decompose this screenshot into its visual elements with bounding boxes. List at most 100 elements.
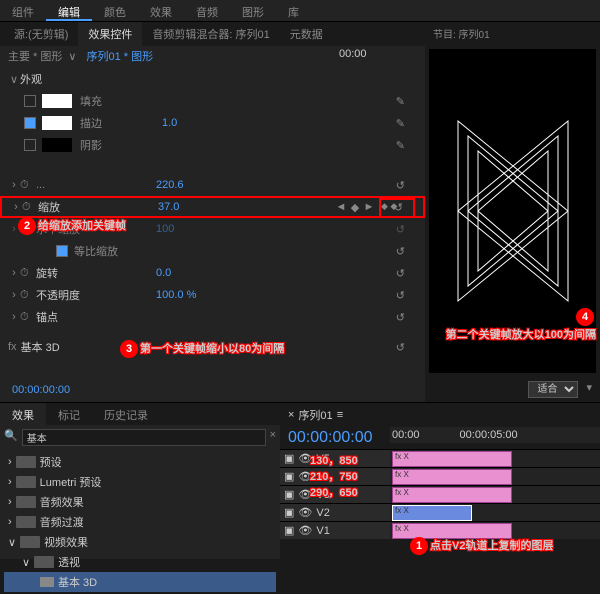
timeline-ruler[interactable]: 00:00 00:00:05:00: [390, 427, 600, 443]
eye-icon[interactable]: 👁: [298, 524, 312, 537]
stopwatch-icon[interactable]: ⏱: [20, 179, 34, 192]
eyedropper-icon[interactable]: ✎: [396, 139, 405, 152]
reset-icon[interactable]: ↺: [396, 341, 405, 354]
tab-effects[interactable]: 效果: [138, 0, 184, 21]
metadata-tab[interactable]: 元数据: [280, 22, 333, 46]
tab-edit[interactable]: 编辑: [46, 0, 92, 21]
clip[interactable]: fx X: [392, 487, 512, 503]
reset-icon[interactable]: ↺: [396, 267, 405, 280]
tree-item[interactable]: ›音频效果: [4, 492, 276, 512]
annotation-1: 1点击V2轨道上复制的图层: [410, 537, 553, 555]
eye-icon[interactable]: 👁: [298, 506, 312, 519]
reset-icon[interactable]: ↺: [396, 245, 405, 258]
tree-item[interactable]: ∨视频效果: [4, 532, 276, 552]
settings-icon[interactable]: ▾: [586, 381, 592, 398]
zoom-select[interactable]: 适合: [528, 381, 578, 398]
sequence-name[interactable]: 序列01 * 图形: [86, 48, 153, 64]
toggle-icon[interactable]: ▣: [284, 470, 294, 483]
eyedropper-icon[interactable]: ✎: [396, 117, 405, 130]
opacity-row: ›⏱ 不透明度 100.0 % ↺: [0, 284, 425, 306]
scale-h-value[interactable]: 100: [156, 223, 216, 235]
folder-icon: [16, 496, 36, 508]
prev-keyframe-icon[interactable]: ◄: [335, 201, 347, 214]
tab-graphics[interactable]: 图形: [230, 0, 276, 21]
keyframe-marker-box: ◆ ◆: [379, 198, 415, 218]
program-monitor-panel: 节目: 序列01 4第二个关键帧放大以100为间隔 适合 ▾: [425, 22, 600, 402]
stroke-row: 描边 1.0 ✎: [0, 112, 425, 134]
audio-mixer-tab[interactable]: 音频剪辑混合器: 序列01: [142, 22, 279, 46]
tab-components[interactable]: 组件: [0, 0, 46, 21]
clip[interactable]: fx X: [392, 505, 472, 521]
effect-icon: [40, 577, 54, 587]
annotation-4: 4第二个关键帧放大以100为间隔: [446, 308, 596, 342]
appearance-group[interactable]: ∨外观: [0, 68, 425, 90]
clip[interactable]: fx X: [392, 451, 512, 467]
fx-mini-ruler[interactable]: 00:00: [335, 46, 425, 62]
search-icon: 🔍: [4, 429, 18, 446]
tab-color[interactable]: 颜色: [92, 0, 138, 21]
folder-icon: [16, 516, 36, 528]
uniform-checkbox[interactable]: [56, 245, 68, 257]
shadow-row: 阴影 ✎: [0, 134, 425, 156]
toggle-icon[interactable]: ▣: [284, 452, 294, 465]
graphic-preview: [448, 111, 578, 311]
add-keyframe-icon[interactable]: ◆: [349, 201, 361, 214]
shadow-swatch[interactable]: [42, 138, 72, 152]
tree-item[interactable]: ›预设: [4, 452, 276, 472]
scale-value[interactable]: 37.0: [158, 201, 218, 213]
toggle-icon[interactable]: ▣: [284, 488, 294, 501]
annotation-2: 2给缩放添加关键帧: [18, 217, 126, 235]
stopwatch-icon[interactable]: ⏱: [20, 267, 34, 280]
tree-item[interactable]: ›Lumetri 预设: [4, 472, 276, 492]
next-keyframe-icon[interactable]: ►: [363, 201, 375, 214]
top-tabs: 组件 编辑 颜色 效果 音频 图形 库: [0, 0, 600, 22]
source-timecode[interactable]: 00:00:00:00: [4, 382, 78, 398]
stroke-checkbox[interactable]: [24, 117, 36, 129]
stopwatch-icon[interactable]: ⏱: [22, 201, 36, 214]
eyedropper-icon[interactable]: ✎: [396, 95, 405, 108]
shadow-checkbox[interactable]: [24, 139, 36, 151]
effect-controls-panel: 源:(无剪辑) 效果控件 音频剪辑混合器: 序列01 元数据 主要 * 图形 ∨…: [0, 22, 425, 402]
program-header: 节目: 序列01: [425, 22, 600, 45]
fill-row: 填充 ✎: [0, 90, 425, 112]
folder-icon: [16, 456, 36, 468]
track-V2[interactable]: ▣ 👁 V2 fx X: [280, 503, 600, 521]
toggle-icon[interactable]: ▣: [284, 506, 294, 519]
effects-tab[interactable]: 效果: [0, 403, 46, 425]
stroke-width[interactable]: 1.0: [162, 117, 222, 129]
search-input[interactable]: [22, 429, 266, 446]
history-tab[interactable]: 历史记录: [92, 403, 160, 425]
fill-checkbox[interactable]: [24, 95, 36, 107]
position-value[interactable]: 220.6: [156, 179, 216, 191]
timeline-title[interactable]: 序列01: [298, 407, 332, 423]
reset-icon[interactable]: ↺: [396, 179, 405, 192]
toggle-icon[interactable]: ▣: [284, 524, 294, 537]
effects-tree: ›预设 ›Lumetri 预设 ›音频效果 ›音频过渡 ∨视频效果 ∨透视 基本…: [0, 450, 280, 594]
markers-tab[interactable]: 标记: [46, 403, 92, 425]
fill-swatch[interactable]: [42, 94, 72, 108]
clip[interactable]: fx X: [392, 469, 512, 485]
clear-icon[interactable]: ×: [270, 429, 276, 446]
rotation-value[interactable]: 0.0: [156, 267, 216, 279]
tab-library[interactable]: 库: [276, 0, 311, 21]
timeline-panel: ×序列01≡ 00:00:00:00 00:00 00:00:05:00 130…: [280, 403, 600, 559]
stopwatch-icon[interactable]: ⏱: [20, 289, 34, 302]
folder-icon: [20, 536, 40, 548]
source-tab[interactable]: 源:(无剪辑): [4, 22, 78, 46]
reset-icon[interactable]: ↺: [396, 223, 405, 236]
opacity-value[interactable]: 100.0 %: [156, 289, 216, 301]
tree-item[interactable]: ∨透视: [4, 552, 276, 572]
tree-item-basic3d[interactable]: 基本 3D: [4, 572, 276, 592]
stroke-swatch[interactable]: [42, 116, 72, 130]
stopwatch-icon[interactable]: ⏱: [20, 311, 34, 324]
effect-controls-tab[interactable]: 效果控件: [78, 22, 142, 46]
tab-audio[interactable]: 音频: [184, 0, 230, 21]
tree-item[interactable]: ›音频过渡: [4, 512, 276, 532]
timeline-timecode[interactable]: 00:00:00:00: [280, 427, 390, 449]
reset-icon[interactable]: ↺: [396, 289, 405, 302]
position-row: ›⏱ ... 220.6 ↺: [0, 174, 425, 196]
reset-icon[interactable]: ↺: [396, 311, 405, 324]
track-label: V2: [316, 507, 329, 519]
annotation-3: 3第一个关键帧缩小以80为间隔: [120, 340, 284, 358]
scale-row: ›⏱ 缩放 37.0 ◄ ◆ ► ↺ ◆ ◆: [0, 196, 425, 218]
